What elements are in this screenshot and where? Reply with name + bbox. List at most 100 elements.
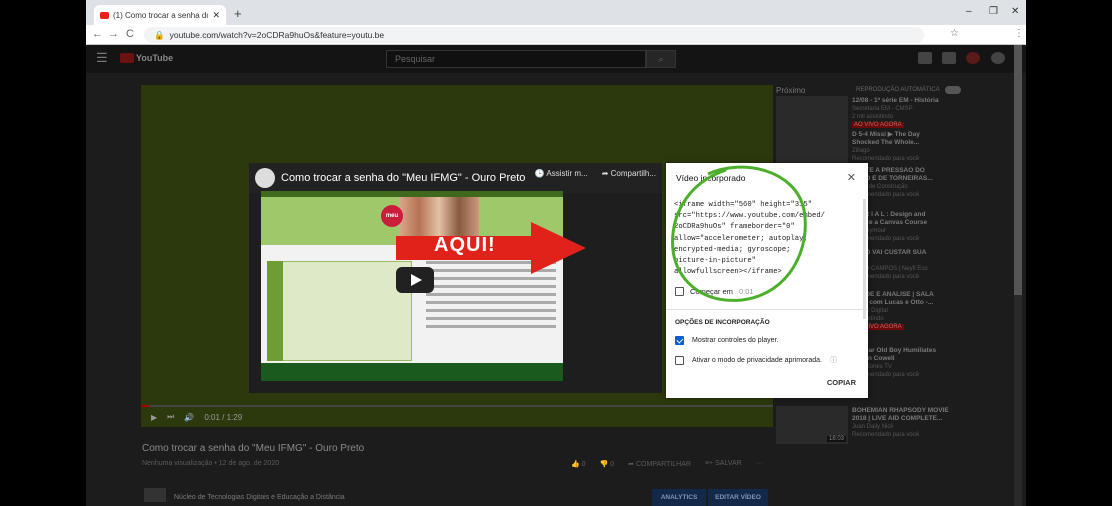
logo-text: YouTube (136, 53, 174, 63)
embed-dialog: Vídeo incorporado ✕ <iframe width="560" … (666, 163, 868, 398)
player-controls: ▶ ⏭ 🔊 0:01 / 1:29 (141, 407, 773, 427)
upload-icon[interactable] (918, 52, 932, 64)
recommendation-title[interactable]: D 5-4 Missi ▶ The Day Shocked The Whole..… (852, 131, 1012, 147)
aqui-label: AQUI! (434, 234, 496, 256)
dislike-count: 0 (610, 461, 615, 468)
play-icon[interactable]: ▶ (151, 413, 157, 422)
recommendation-title[interactable]: TRADE E ANALISE | SALA VIVO com Lucas e O… (852, 291, 1012, 307)
live-badge: AO VIVO AGORA (852, 122, 904, 128)
video-title: Como trocar a senha do "Meu IFMG" - Ouro… (142, 443, 365, 454)
recommendation-thumbnail[interactable]: 18:03 (776, 406, 848, 444)
reload-icon[interactable]: C (126, 28, 134, 40)
embed-code-field[interactable]: <iframe width="560" height="315" src="ht… (674, 200, 862, 280)
youtube-play-icon (120, 53, 134, 63)
close-window-button[interactable]: ✕ (1011, 6, 1019, 17)
watch-later-label: Assistir m... (546, 169, 588, 178)
up-next-label: Próximo (776, 86, 806, 95)
analytics-button[interactable]: ANALYTICS (652, 489, 706, 506)
page-scrollbar[interactable] (1014, 45, 1022, 506)
video-meta: Nenhuma visualização • 12 de ago. de 202… (142, 460, 280, 467)
apps-icon[interactable] (942, 52, 956, 64)
show-controls-label: Mostrar controles do player. (692, 337, 779, 344)
website-footer (261, 363, 563, 381)
browser-menu-icon[interactable]: ⋮ (1014, 28, 1024, 39)
title-line-2: Shocked The Whole... (852, 139, 920, 146)
recommendation-thumbnail[interactable] (776, 96, 848, 134)
dialog-scrollbar[interactable] (863, 199, 866, 319)
share-overlay-button[interactable]: ➦ Compartilh... (602, 169, 656, 178)
start-time-input[interactable]: 0:01 (739, 287, 754, 296)
recommendation-views: Recomendado para você (852, 432, 920, 438)
save-button[interactable]: ≡+ SALVAR (705, 460, 742, 468)
show-controls-checkbox[interactable] (675, 336, 684, 345)
start-at-checkbox[interactable] (675, 287, 684, 296)
star-icon[interactable]: ☆ (950, 28, 959, 39)
scrollbar-thumb[interactable] (1014, 45, 1022, 295)
badge-row: AO VIVO AGORA (852, 122, 904, 128)
maximize-button[interactable]: ❐ (989, 6, 998, 17)
title-line-2: 2018 | LIVE AID COMPLETE... (852, 415, 943, 422)
lock-icon: 🔒 (154, 30, 165, 40)
like-count: 0 (581, 461, 586, 468)
forward-icon[interactable]: → (108, 28, 119, 40)
tab-title: (1) Como trocar a senha do "Me… (113, 10, 208, 20)
channel-avatar[interactable] (144, 488, 166, 502)
autoplay-toggle-row[interactable]: REPRODUÇÃO AUTOMÁTICA (856, 86, 961, 94)
browser-window: (1) Como trocar a senha do "Me… ✕ + – ❐ … (86, 0, 1026, 506)
edit-video-button[interactable]: EDITAR VÍDEO (708, 489, 768, 506)
like-button[interactable]: 👍 0 (571, 460, 586, 468)
recommendation-title[interactable]: 12/08 - 1ª série EM - História (852, 97, 1012, 105)
overlay-title-bar: Como trocar a senha do "Meu IFMG" - Ouro… (249, 163, 662, 193)
youtube-favicon-icon (100, 11, 109, 19)
avatar[interactable] (991, 52, 1005, 64)
info-icon[interactable]: ⓘ (830, 355, 837, 365)
next-icon[interactable]: ⏭ (167, 412, 174, 422)
recommendation-title[interactable]: VENTE A PRESSÃO DO VARO E DE TORNEIRAS... (852, 167, 1012, 183)
close-icon[interactable]: ✕ (847, 171, 856, 184)
recommendation-item[interactable]: 12/08 - 1ª série EM - História Secretaria… (776, 96, 1016, 134)
back-icon[interactable]: ← (92, 28, 103, 40)
copy-button[interactable]: COPIAR (827, 378, 856, 387)
login-side-bar (267, 261, 283, 361)
show-controls-option[interactable]: Mostrar controles do player. (675, 336, 778, 345)
channel-name[interactable]: Núcleo de Tecnologias Digitais e Educaçã… (174, 494, 345, 501)
url-text: youtube.com/watch?v=2oCDRa9huOs&feature=… (169, 30, 385, 40)
youtube-header: ☰ YouTube Pesquisar ⌕ (86, 45, 1026, 73)
watch-later-button[interactable]: 🕒 Assistir m... (535, 169, 588, 178)
recommendation-channel: Zillago (852, 148, 870, 154)
more-button[interactable]: ··· (756, 460, 763, 468)
browser-tab[interactable]: (1) Como trocar a senha do "Me… ✕ (94, 5, 226, 25)
minimize-button[interactable]: – (966, 6, 972, 17)
new-tab-button[interactable]: + (234, 6, 242, 21)
recommendation-item[interactable]: 18:03 BOHEMIAN RHAPSODY MOVIE 2018 | LIVE … (776, 406, 1016, 444)
notifications-icon[interactable] (966, 52, 980, 64)
privacy-mode-checkbox[interactable] (675, 355, 684, 365)
recommendation-views: 2 mil assistindo (852, 114, 894, 120)
recommendation-title[interactable]: 12 Year Old Boy Humiliates Simon Cowell (852, 347, 1012, 363)
share-label: COMPARTILHAR (635, 461, 691, 468)
embed-options-title: OPÇÕES DE INCORPORAÇÃO (675, 319, 770, 326)
clock-icon: 🕒 (534, 169, 545, 178)
recommendation-title[interactable]: T O R I A L : Design and tomize a Canvas … (852, 211, 1012, 227)
screenshot: (1) Como trocar a senha do "Me… ✕ + – ❐ … (0, 0, 1112, 506)
youtube-logo[interactable]: YouTube (120, 53, 173, 63)
menu-icon[interactable]: ☰ (96, 50, 108, 66)
share-button[interactable]: ➦ COMPARTILHAR (628, 460, 691, 468)
tab-close-icon[interactable]: ✕ (212, 10, 220, 21)
share-overlay-label: Compartilh... (610, 169, 656, 178)
start-at-row[interactable]: Começar em 0:01 (675, 287, 754, 296)
volume-icon[interactable]: 🔊 (184, 413, 194, 422)
tab-bar: (1) Como trocar a senha do "Me… ✕ + – ❐ … (86, 0, 1026, 25)
dislike-button[interactable]: 👎 0 (600, 460, 615, 468)
url-field[interactable]: 🔒 youtube.com/watch?v=2oCDRa9huOs&feature… (144, 27, 924, 43)
recommendation-title[interactable]: ANTO VAI CUSTAR SUAA ?! (852, 249, 1012, 265)
autoplay-toggle[interactable] (944, 86, 961, 94)
privacy-mode-option[interactable]: Ativar o modo de privacidade aprimorada.… (675, 355, 837, 365)
search-button[interactable]: ⌕ (646, 50, 676, 68)
recommendation-title[interactable]: BOHEMIAN RHAPSODY MOVIE 2018 | LIVE AID C… (852, 407, 1012, 423)
overlay-title: Como trocar a senha do "Meu IFMG" - Ouro… (281, 172, 526, 184)
video-frame-overlay: Como trocar a senha do "Meu IFMG" - Ouro… (249, 163, 662, 393)
save-label: SALVAR (715, 460, 742, 467)
duration-badge: 18:03 (826, 436, 846, 442)
search-input[interactable]: Pesquisar (386, 50, 646, 68)
